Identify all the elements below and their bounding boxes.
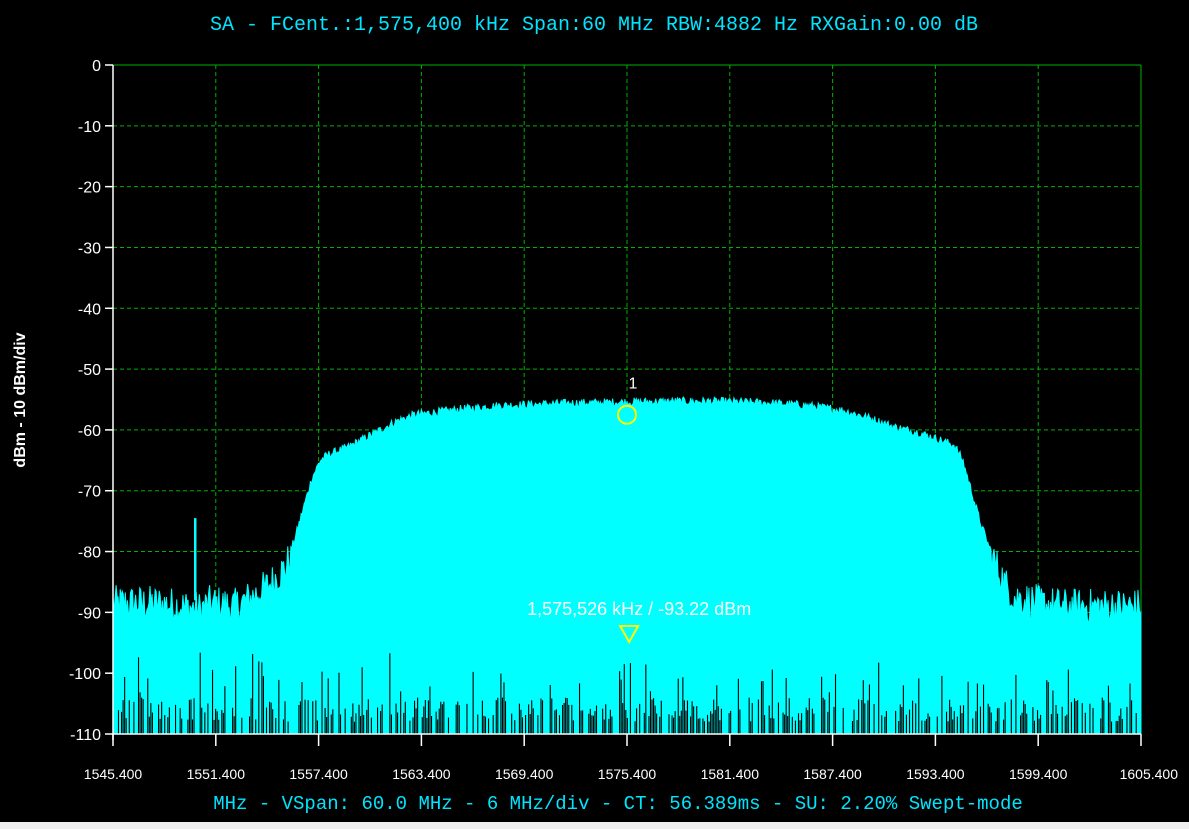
marker-readout: 1,575,526 kHz / -93.22 dBm (527, 599, 751, 619)
y-tick-label: -70 (78, 484, 101, 501)
y-axis-label: dBm - 10 dBm/div (12, 332, 29, 467)
x-tick-label: 1587.400 (803, 766, 862, 782)
x-tick-label: 1575.400 (598, 766, 657, 782)
y-tick-label: -80 (78, 545, 101, 562)
chart-title: SA - FCent.:1,575,400 kHz Span:60 MHz RB… (210, 14, 978, 37)
marker-label: 1 (629, 376, 638, 393)
x-tick-label: 1599.400 (1009, 766, 1068, 782)
y-tick-label: -100 (69, 666, 101, 683)
x-tick-label: 1563.400 (392, 766, 451, 782)
spectrum-chart: SA - FCent.:1,575,400 kHz Span:60 MHz RB… (0, 0, 1189, 822)
x-tick-label: 1605.400 (1120, 766, 1179, 782)
x-tick-label: 1593.400 (906, 766, 965, 782)
y-tick-label: -110 (70, 727, 101, 744)
y-tick-label: -30 (78, 240, 101, 257)
x-tick-label: 1551.400 (187, 766, 246, 782)
y-tick-label: -60 (78, 423, 101, 440)
window-bottom-strip (0, 822, 1189, 829)
x-tick-label: 1557.400 (289, 766, 348, 782)
y-tick-label: -50 (78, 362, 101, 379)
x-axis-status: MHz - VSpan: 60.0 MHz - 6 MHz/div - CT: … (213, 793, 1023, 815)
y-tick-label: -10 (78, 119, 101, 136)
y-tick-label: 0 (92, 58, 101, 75)
x-tick-label: 1569.400 (495, 766, 554, 782)
y-tick-label: -40 (78, 301, 101, 318)
x-tick-label: 1545.400 (84, 766, 143, 782)
y-tick-label: -20 (78, 180, 101, 197)
y-tick-label: -90 (78, 605, 101, 622)
x-tick-label: 1581.400 (701, 766, 760, 782)
